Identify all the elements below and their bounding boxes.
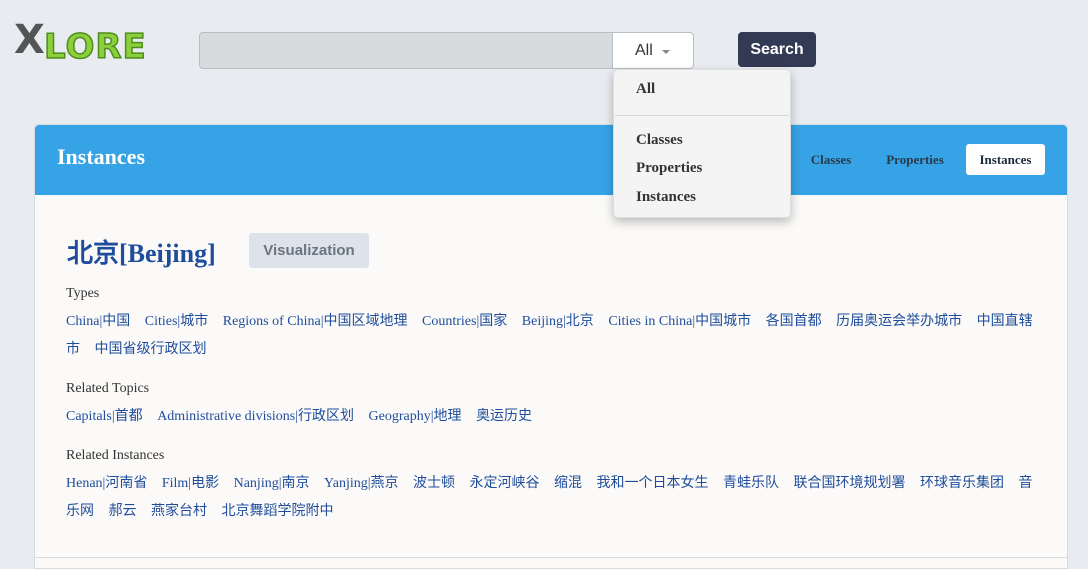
instance-link[interactable]: 青蛙乐队	[723, 476, 779, 491]
search-scope-dropdown: All Classes Properties Instances	[613, 69, 791, 218]
dropdown-item-classes[interactable]: Classes	[636, 132, 683, 149]
dropdown-item-all[interactable]: All	[636, 81, 655, 98]
instance-link[interactable]: 缩混	[554, 476, 582, 491]
dropdown-item-instances[interactable]: Instances	[636, 189, 696, 206]
tab-properties[interactable]: Properties	[877, 144, 953, 175]
instance-link[interactable]: 北京舞蹈学院附中	[222, 504, 334, 519]
instance-link[interactable]: 环球音乐集团	[920, 476, 1004, 491]
instance-link[interactable]: Yanjing|燕京	[324, 476, 399, 491]
topic-link[interactable]: Capitals|首都	[66, 409, 143, 424]
instance-link[interactable]: Film|电影	[162, 476, 219, 491]
topic-link[interactable]: Administrative divisions|行政区划	[157, 409, 354, 424]
search-scope-value: All	[635, 41, 653, 59]
tab-instances[interactable]: Instances	[966, 144, 1045, 175]
chevron-down-icon	[661, 49, 670, 54]
type-link[interactable]: Regions of China|中国区域地理	[223, 314, 408, 329]
related-instances-label: Related Instances	[66, 448, 165, 463]
logo-text: LORE	[43, 27, 147, 67]
type-link[interactable]: China|中国	[66, 314, 130, 329]
type-link[interactable]: 各国首都	[766, 314, 822, 329]
instance-link[interactable]: 联合国环境规划署	[794, 476, 906, 491]
logo-x-mark: X	[14, 17, 45, 63]
type-link[interactable]: Cities in China|中国城市	[608, 314, 751, 329]
tab-classes[interactable]: Classes	[799, 144, 863, 175]
instance-link[interactable]: Nanjing|南京	[234, 476, 310, 491]
related-topics-links: Capitals|首都 Administrative divisions|行政区…	[66, 403, 1041, 431]
related-topics-label: Related Topics	[66, 381, 150, 396]
instance-link[interactable]: 燕家台村	[151, 504, 207, 519]
panel-header: Instances Classes Properties Instances	[35, 125, 1067, 195]
type-link[interactable]: Cities|城市	[145, 314, 208, 329]
instance-link[interactable]: 我和一个日本女生	[597, 476, 709, 491]
topic-link[interactable]: Geography|地理	[369, 409, 462, 424]
instance-link[interactable]: Henan|河南省	[66, 476, 147, 491]
types-label: Types	[66, 286, 100, 301]
search-button[interactable]: Search	[738, 32, 816, 67]
panel-divider	[35, 557, 1067, 558]
dropdown-item-properties[interactable]: Properties	[636, 160, 702, 177]
topic-link[interactable]: 奥运历史	[476, 409, 532, 424]
instance-link[interactable]: 郝云	[109, 504, 137, 519]
panel-title: Instances	[57, 144, 146, 169]
visualization-button[interactable]: Visualization	[249, 233, 369, 268]
type-link[interactable]: Beijing|北京	[522, 314, 594, 329]
search-input[interactable]	[199, 32, 613, 69]
related-instances-links: Henan|河南省 Film|电影 Nanjing|南京 Yanjing|燕京 …	[66, 470, 1041, 526]
xlore-logo[interactable]: X LORE	[14, 17, 164, 68]
search-scope-select[interactable]: All	[612, 32, 694, 69]
types-links: China|中国 Cities|城市 Regions of China|中国区域…	[66, 308, 1041, 364]
type-link[interactable]: 历届奥运会举办城市	[836, 314, 962, 329]
instance-link[interactable]: 波士顿	[413, 476, 455, 491]
type-link[interactable]: 中国省级行政区划	[95, 342, 207, 357]
instances-panel: Instances Classes Properties Instances 北…	[34, 124, 1068, 569]
dropdown-divider	[615, 115, 789, 116]
entity-title[interactable]: 北京[Beijing]	[67, 233, 216, 270]
instance-link[interactable]: 永定河峡谷	[470, 476, 540, 491]
type-link[interactable]: Countries|国家	[422, 314, 507, 329]
